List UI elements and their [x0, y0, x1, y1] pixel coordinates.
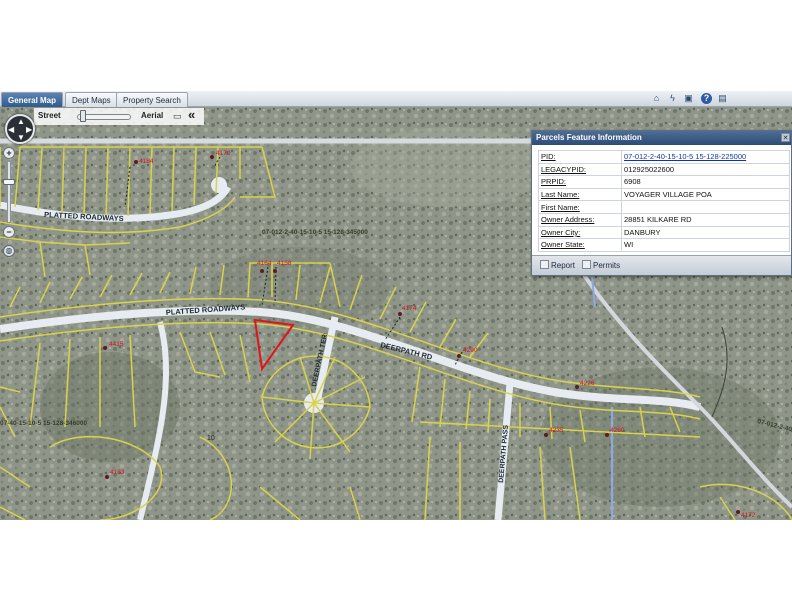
attr-key: Owner Address: — [538, 212, 622, 227]
label-lot-10: 10 — [207, 435, 215, 442]
lock-icon[interactable]: ▣ — [683, 93, 694, 104]
address-label: 4170 — [216, 150, 231, 157]
tab-dept-maps[interactable]: Dept Maps — [65, 92, 118, 107]
permits-label: Permits — [593, 261, 621, 270]
address-label: 4184 — [139, 158, 154, 165]
attr-key: First Name: — [538, 200, 622, 214]
table-row: PRPID: 6908 — [538, 175, 790, 189]
lightning-icon[interactable]: ϟ — [667, 93, 678, 104]
label-parcel-346000: 07-40-15-10-5 15-128-346000 — [0, 420, 87, 427]
address-label: 4260 — [610, 427, 625, 434]
report-button[interactable]: Report — [540, 260, 575, 270]
zoom-in-button[interactable]: + — [3, 147, 15, 159]
attr-value: 012925022600 — [621, 162, 790, 177]
street-label[interactable]: Street — [38, 111, 61, 120]
attribute-table: PID: 07-012-2-40-15-10-5 15-128-225000 LE… — [538, 150, 790, 252]
popup-footer: Report Permits — [532, 255, 791, 275]
address-label: 4235 — [549, 427, 564, 434]
attr-key: Owner City: — [538, 225, 622, 240]
attr-key: LEGACYPID: — [538, 162, 622, 177]
address-label: 4158 — [277, 260, 292, 267]
report-label: Report — [551, 261, 576, 270]
pan-down-icon[interactable]: ▼ — [17, 134, 25, 142]
popup-title: Parcels Feature Information — [532, 131, 791, 145]
help-icon[interactable]: ? — [701, 93, 712, 104]
table-row: Owner State: WI — [538, 238, 790, 252]
home-icon[interactable]: ⌂ — [651, 93, 662, 104]
print-icon[interactable]: ▭ — [173, 111, 182, 122]
gis-map-app: General Map Dept Maps Property Search ⌂ … — [0, 91, 792, 520]
identify-icon[interactable]: ▤ — [717, 93, 728, 104]
zoom-slider-track[interactable] — [7, 161, 11, 223]
tab-property-search[interactable]: Property Search — [116, 92, 188, 107]
pan-right-icon[interactable]: ▶ — [26, 126, 32, 134]
attr-key: PID: — [538, 150, 622, 164]
attr-value: 28851 KILKARE RD — [621, 212, 790, 227]
attr-value — [621, 200, 790, 214]
attr-key: Last Name: — [538, 187, 622, 202]
pid-link[interactable]: 07-012-2-40-15-10-5 15-128-225000 — [621, 150, 790, 164]
address-label: 4164 — [257, 260, 272, 267]
aerial-label[interactable]: Aerial — [141, 111, 163, 120]
table-row: Last Name: VOYAGER VILLAGE POA — [538, 187, 790, 202]
address-label: 4172 — [741, 512, 756, 519]
zoom-slider-handle[interactable] — [3, 179, 15, 185]
tab-bar: General Map Dept Maps Property Search ⌂ … — [0, 91, 792, 107]
basemap-slider-knob[interactable] — [80, 110, 86, 122]
table-row: PID: 07-012-2-40-15-10-5 15-128-225000 — [538, 150, 790, 164]
label-parcel-345000: 07-012-2-40-15-10-5 15-128-345000 — [262, 229, 368, 236]
table-row: LEGACYPID: 012925022600 — [538, 162, 790, 177]
attr-value: 6908 — [621, 175, 790, 189]
parcel-info-popup: Parcels Feature Information ✕ PID: 07-012… — [531, 130, 792, 276]
close-icon[interactable]: ✕ — [781, 133, 790, 142]
full-extent-globe-icon[interactable]: ◍ — [3, 245, 15, 257]
address-label: 4183 — [110, 469, 125, 476]
tab-general-map[interactable]: General Map — [1, 92, 64, 107]
pan-up-icon[interactable]: ▲ — [17, 118, 25, 126]
report-icon — [540, 260, 549, 269]
zoom-out-button[interactable]: − — [3, 226, 15, 238]
collapse-icon[interactable]: « — [188, 107, 195, 122]
permits-icon — [582, 260, 591, 269]
attr-value: VOYAGER VILLAGE POA — [621, 187, 790, 202]
table-row: First Name: — [538, 200, 790, 214]
attr-value: DANBURY — [621, 225, 790, 240]
address-label: 4415 — [109, 341, 124, 348]
table-row: Owner Address: 28851 KILKARE RD — [538, 212, 790, 227]
attr-key: PRPID: — [538, 175, 622, 189]
permits-button[interactable]: Permits — [582, 260, 620, 270]
table-row: Owner City: DANBURY — [538, 225, 790, 240]
attr-value: WI — [621, 238, 790, 252]
attr-key: Owner State: — [538, 238, 622, 252]
address-label: 4290 — [463, 347, 478, 354]
pan-control[interactable]: ▲ ▼ ◀ ▶ — [5, 114, 35, 144]
cul-de-sac — [211, 177, 227, 193]
pan-left-icon[interactable]: ◀ — [8, 126, 14, 134]
address-label: 4226 — [580, 380, 595, 387]
address-label: 4174 — [402, 305, 417, 312]
